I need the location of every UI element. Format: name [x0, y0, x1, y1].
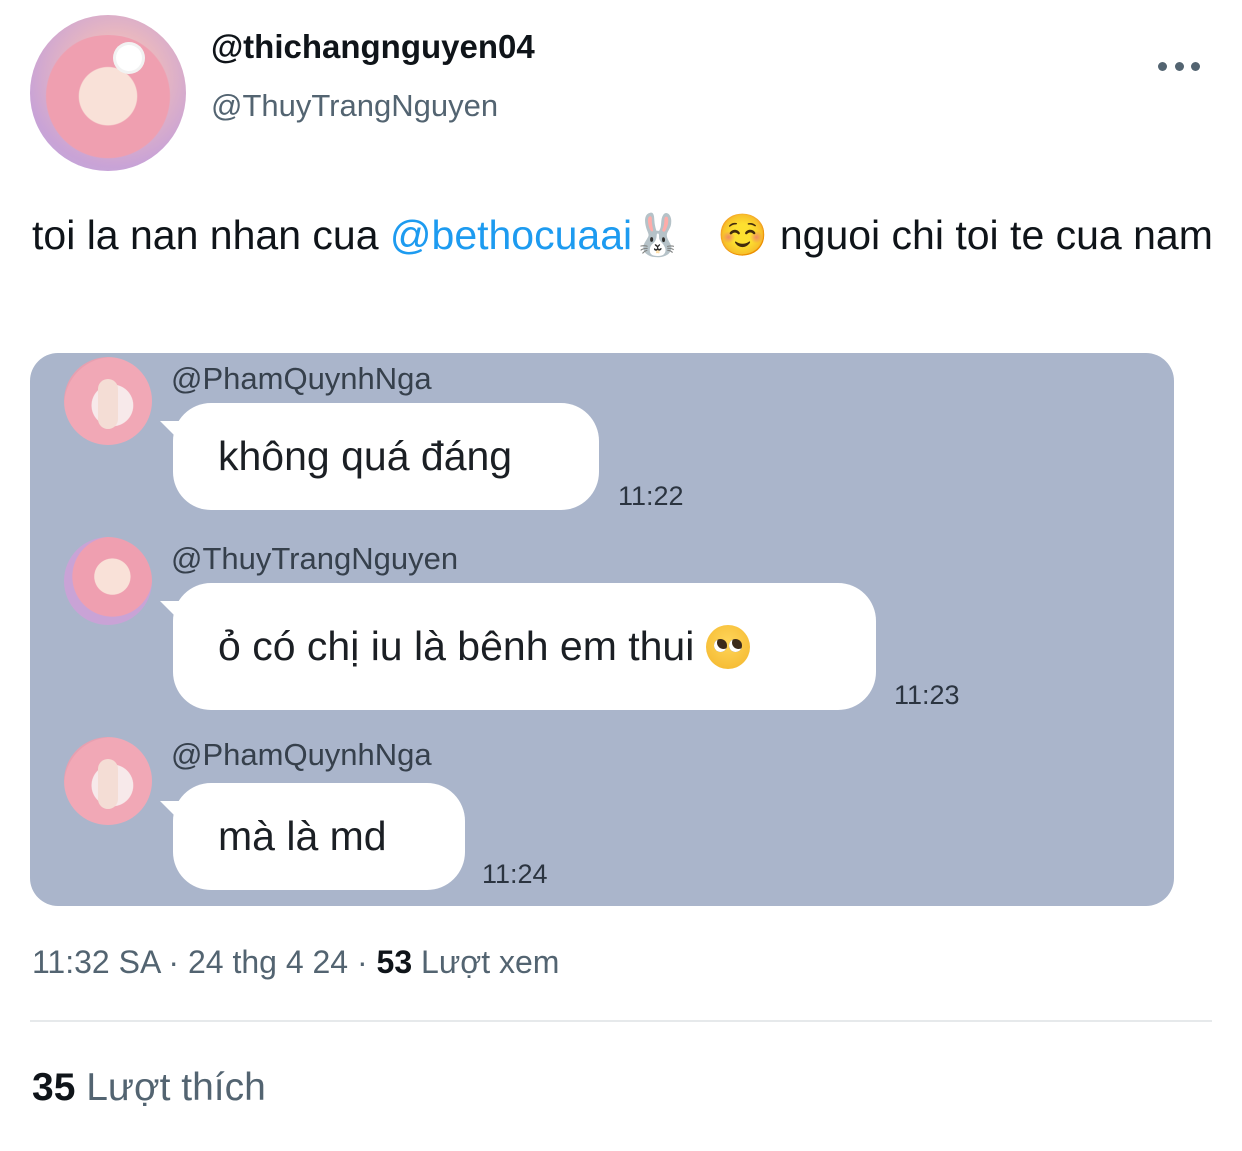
chat-bubble: không quá đáng [173, 403, 599, 510]
author-display-name[interactable]: @thichangnguyen04 [211, 28, 535, 66]
chat-sender: @ThuyTrangNguyen [171, 541, 459, 576]
likes-count: 35 [32, 1066, 76, 1109]
tweet-text-part1: toi la nan nhan cua [32, 212, 390, 258]
author-handle[interactable]: @ThuyTrangNguyen [211, 88, 498, 124]
chat-message: @PhamQuynhNga không quá đáng 11:22 [30, 353, 1174, 523]
chat-sender: @PhamQuynhNga [171, 361, 432, 396]
smiling-emoji: ☺️ [717, 212, 769, 258]
views-label: Lượt xem [421, 944, 560, 980]
chat-time: 11:23 [894, 680, 960, 710]
chat-bubble: ỏ có chị iu là bênh em thui [173, 583, 876, 710]
tweet-detail: @thichangnguyen04 @ThuyTrangNguyen toi l… [0, 0, 1242, 1151]
chat-message: @ThuyTrangNguyen ỏ có chị iu là bênh em … [30, 533, 1174, 713]
chat-message: @PhamQuynhNga mà là md 11:24 [30, 733, 1174, 903]
tweet-date[interactable]: 24 thg 4 24 [188, 944, 348, 980]
tweet-text: toi la nan nhan cua @bethocuaai🐰 ☺️ nguo… [32, 205, 1222, 265]
pleading-face-icon [706, 624, 751, 669]
chat-time: 11:24 [482, 859, 548, 889]
author-avatar[interactable] [30, 15, 186, 171]
chat-avatar [64, 357, 152, 445]
meta-separator: · [356, 944, 368, 980]
attached-image[interactable]: @PhamQuynhNga không quá đáng 11:22 @Thuy… [30, 353, 1174, 906]
divider [30, 1020, 1212, 1022]
tweet-meta: 11:32 SA · 24 thg 4 24 · 53 Lượt xem [32, 944, 559, 981]
tweet-text-part2: nguoi chi toi te cua nam [768, 212, 1213, 258]
meta-separator: · [168, 944, 180, 980]
rabbit-emoji: 🐰 [632, 212, 684, 258]
mention-link[interactable]: @bethocuaai [390, 212, 632, 258]
more-options-icon[interactable] [1158, 58, 1200, 74]
chat-bubble: mà là md [173, 783, 465, 890]
avatar-portrait [38, 35, 178, 171]
tweet-time[interactable]: 11:32 SA [32, 944, 160, 980]
likes-stat[interactable]: 35 Lượt thích [32, 1066, 266, 1110]
chat-bubble-text: ỏ có chị iu là bênh em thui [218, 623, 695, 669]
views-count: 53 [376, 944, 413, 980]
chat-sender: @PhamQuynhNga [171, 737, 432, 772]
chat-avatar [64, 737, 152, 825]
likes-label: Lượt thích [86, 1066, 266, 1109]
chat-time: 11:22 [618, 481, 684, 511]
avatar-bow [116, 45, 142, 71]
chat-avatar [64, 537, 152, 625]
